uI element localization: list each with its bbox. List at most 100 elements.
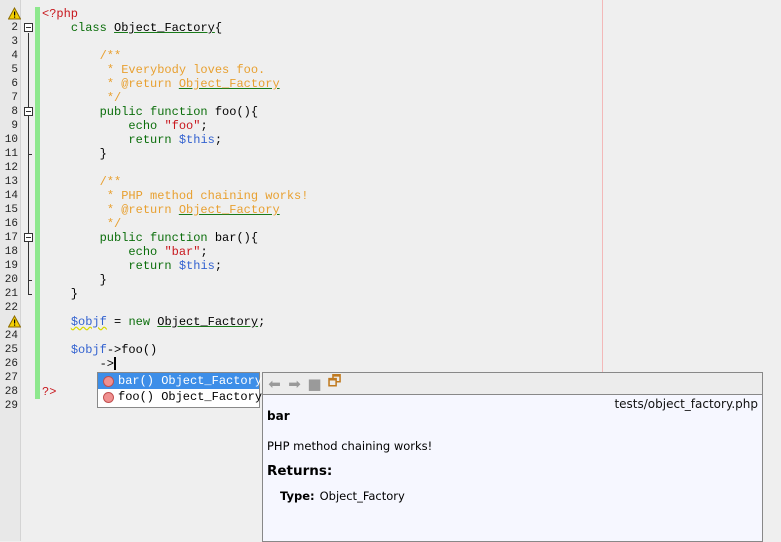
completion-item-bar[interactable]: bar() Object_Factory [98,373,262,389]
open-in-browser-icon[interactable]: 🗗 [326,372,343,391]
code-token: Object_Factory [178,77,280,91]
line-number: 29 [4,400,18,412]
back-arrow-icon[interactable]: ⬅ [266,375,283,393]
line-number: 25 [4,344,18,356]
fold-toggle-icon[interactable] [24,107,33,116]
line-number: 14 [4,190,18,202]
code-line[interactable]: $objf->foo() [42,343,308,357]
code-token: ->foo() [106,343,158,357]
code-line[interactable] [42,35,308,49]
completion-item-foo[interactable]: foo() Object_Factory [98,389,263,405]
forward-arrow-icon[interactable]: ➡ [286,375,303,393]
code-line[interactable]: * PHP method chaining works! [42,189,309,203]
code-line[interactable]: /** [42,175,308,189]
code-line[interactable] [42,301,308,315]
code-token: * PHP method chaining works! [106,189,309,203]
code-line[interactable]: $objf = new Object_Factory; [42,315,308,329]
code-token: "bar" [164,245,201,259]
fold-end [28,294,32,295]
completion-item-label: foo() Object_Factory [118,390,263,404]
code-line[interactable]: } [42,147,308,161]
code-token: echo [128,245,158,259]
code-token: * Everybody loves foo. [106,63,266,77]
line-number: 19 [4,260,18,272]
code-token: foo(){ [207,105,259,119]
documentation-popup: ⬅ ➡ ■ 🗗 tests/object_factory.php bar PHP… [262,372,763,542]
code-token: return [128,259,172,273]
code-line[interactable]: * @return Object_Factory [42,77,308,91]
code-line[interactable]: public function bar(){ [42,231,308,245]
code-token: $this [178,259,215,273]
code-line[interactable]: */ [42,217,308,231]
warning-icon[interactable] [7,314,22,328]
line-number: 20 [4,274,18,286]
code-line[interactable]: * Everybody loves foo. [42,63,308,77]
code-token: bar(){ [207,231,259,245]
code-token: /** [99,175,122,189]
fold-toggle-icon[interactable] [24,23,33,32]
code-line[interactable]: echo "foo"; [42,119,308,133]
code-token: ; [200,245,208,259]
code-line[interactable]: } [42,273,308,287]
code-line[interactable]: return $this; [42,259,308,273]
doc-description: PHP method chaining works! [267,439,433,453]
doc-return-type: Type: Object_Factory [263,489,762,503]
code-token: <?php [42,7,79,21]
fold-toggle-icon[interactable] [24,233,33,242]
code-token: ; [200,119,208,133]
code-line[interactable]: public function foo(){ [42,105,308,119]
code-line[interactable]: * @return Object_Factory [42,203,308,217]
line-number: 5 [11,64,18,76]
doc-toolbar: ⬅ ➡ ■ 🗗 [263,372,762,395]
goto-source-icon[interactable]: ■ [306,375,323,393]
line-number: 7 [11,92,18,104]
fold-guide [28,243,29,280]
change-indicator-bar [35,7,40,399]
code-line[interactable]: /** [42,49,308,63]
completion-list[interactable]: bar() Object_Factory foo() Object_Factor… [97,372,263,408]
line-number: 21 [4,288,18,300]
code-token: */ [106,217,122,231]
code-editor[interactable]: <?php class Object_Factory{ /** * Everyb… [42,7,308,413]
code-line[interactable] [42,161,308,175]
code-line[interactable]: return $this; [42,133,308,147]
line-number: 2 [11,22,18,34]
line-number: 15 [4,204,18,216]
code-token: ; [214,259,223,273]
line-number: 12 [4,162,18,174]
code-token: echo [128,119,158,133]
line-number: 13 [4,176,18,188]
hint-bulb-warning-icon[interactable] [7,6,22,20]
code-token: ?> [42,385,57,399]
line-number: 9 [11,120,18,132]
code-line[interactable]: */ [42,91,308,105]
code-line[interactable]: echo "bar"; [42,245,308,259]
code-token: return [128,133,172,147]
code-line[interactable]: <?php [42,7,308,21]
code-line[interactable]: class Object_Factory{ [42,21,308,35]
line-number: 10 [4,134,18,146]
line-number: 16 [4,218,18,230]
line-number-gutter: 2 3 4 5 6 7 8 9 10 11 12 13 14 15 16 17 18 19 20 21 22 24 25 26… [0,0,22,541]
fold-guide [28,117,29,154]
line-number: 3 [11,36,18,48]
code-line[interactable]: } [42,287,308,301]
line-number: 17 [4,232,18,244]
code-token: public function [99,105,208,119]
line-number: 4 [11,50,18,62]
code-token: Object_Factory [114,21,215,35]
code-line[interactable]: -> [42,357,308,371]
code-line[interactable] [42,329,308,343]
